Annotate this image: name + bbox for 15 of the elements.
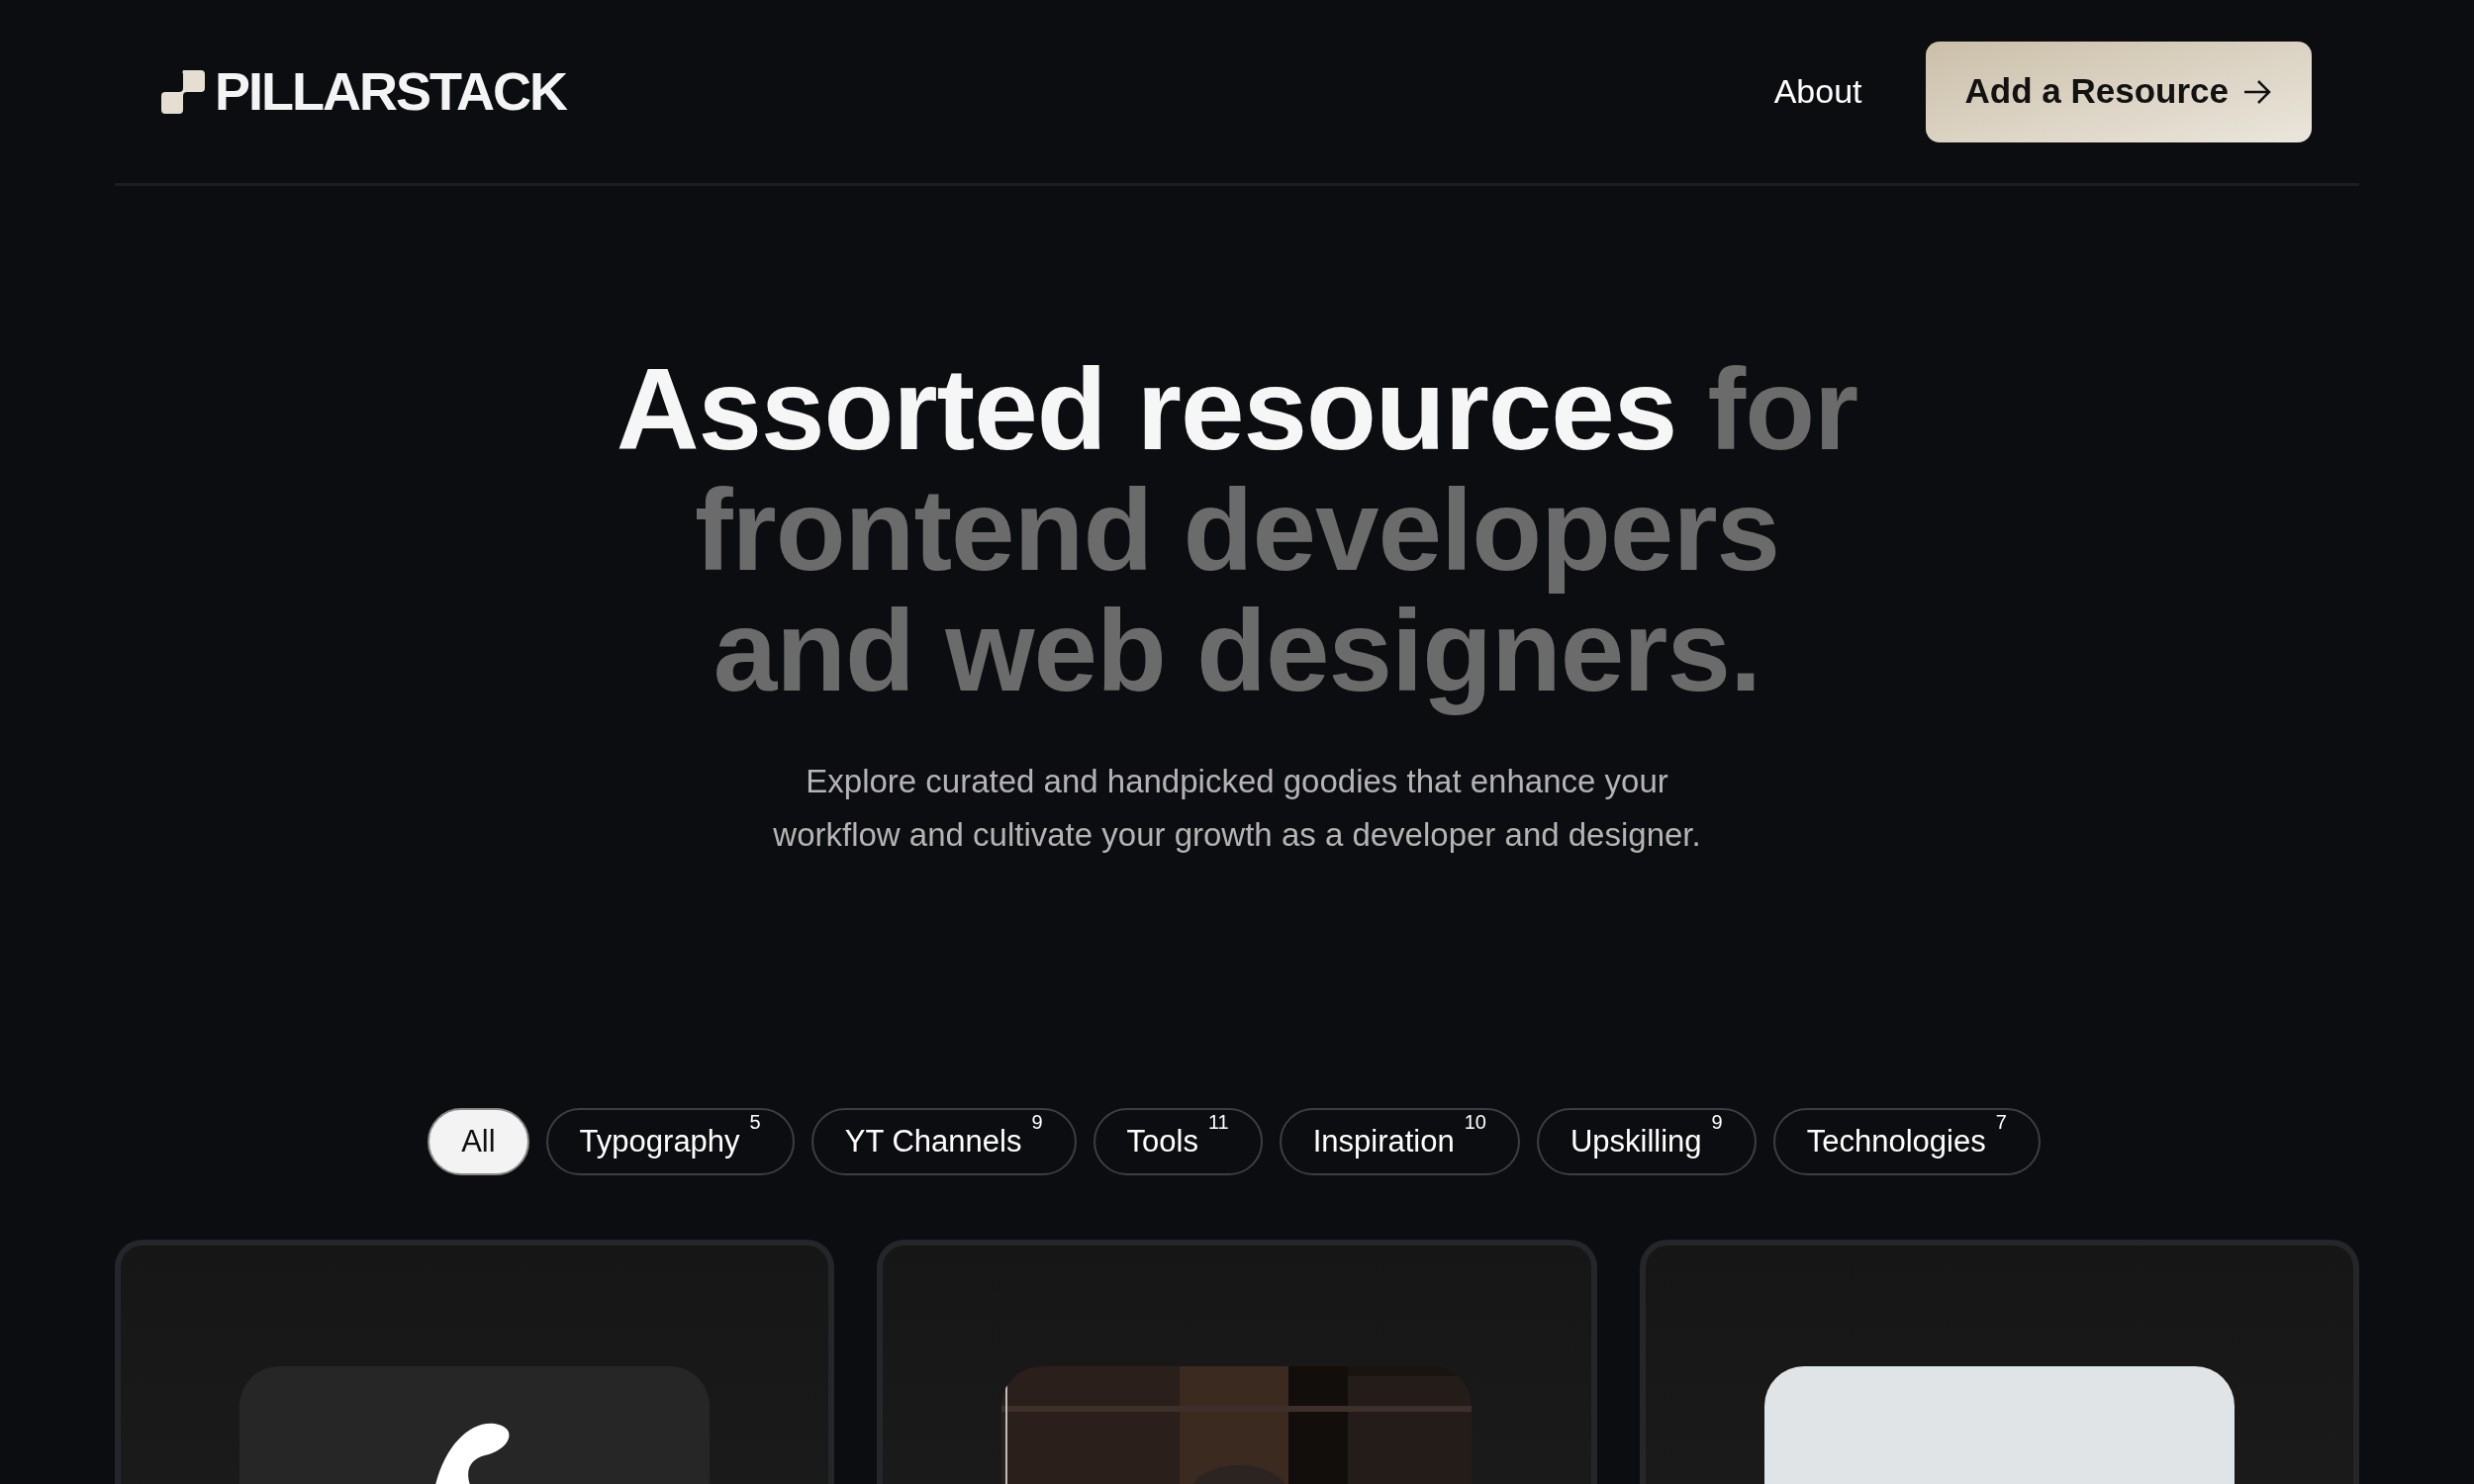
- filter-pill[interactable]: YT Channels $^{9}$: [810, 1108, 1077, 1175]
- filter-pill[interactable]: Technologies $^{7}$: [1772, 1108, 2041, 1175]
- filter-pill[interactable]: Inspiration $^{10}$: [1279, 1108, 1520, 1175]
- arrow-right-icon: [2242, 78, 2272, 105]
- filter-pill[interactable]: Upskilling $^{9}$: [1536, 1108, 1757, 1175]
- filter-pill[interactable]: All: [428, 1108, 529, 1175]
- filter-pill[interactable]: Tools $^{11}$: [1093, 1108, 1263, 1175]
- intro-paragraph: Explore curated and handpicked goodies that enhance your workflow and cultivate your growth as a developer and designer.: [773, 762, 1701, 855]
- nav-link[interactable]: About: [1773, 66, 1862, 117]
- logo-icon: [161, 69, 205, 114]
- headline: Assorted resources for frontend developers and web designers.: [615, 349, 1859, 717]
- logo-wordmark[interactable]: PILLARSTACK: [215, 51, 566, 132]
- add-resource-button[interactable]: Add a Resource: [1925, 41, 2312, 142]
- filter-pill[interactable]: Typography $^{5}$: [545, 1108, 795, 1175]
- resource-card[interactable]: [1639, 1240, 2359, 1484]
